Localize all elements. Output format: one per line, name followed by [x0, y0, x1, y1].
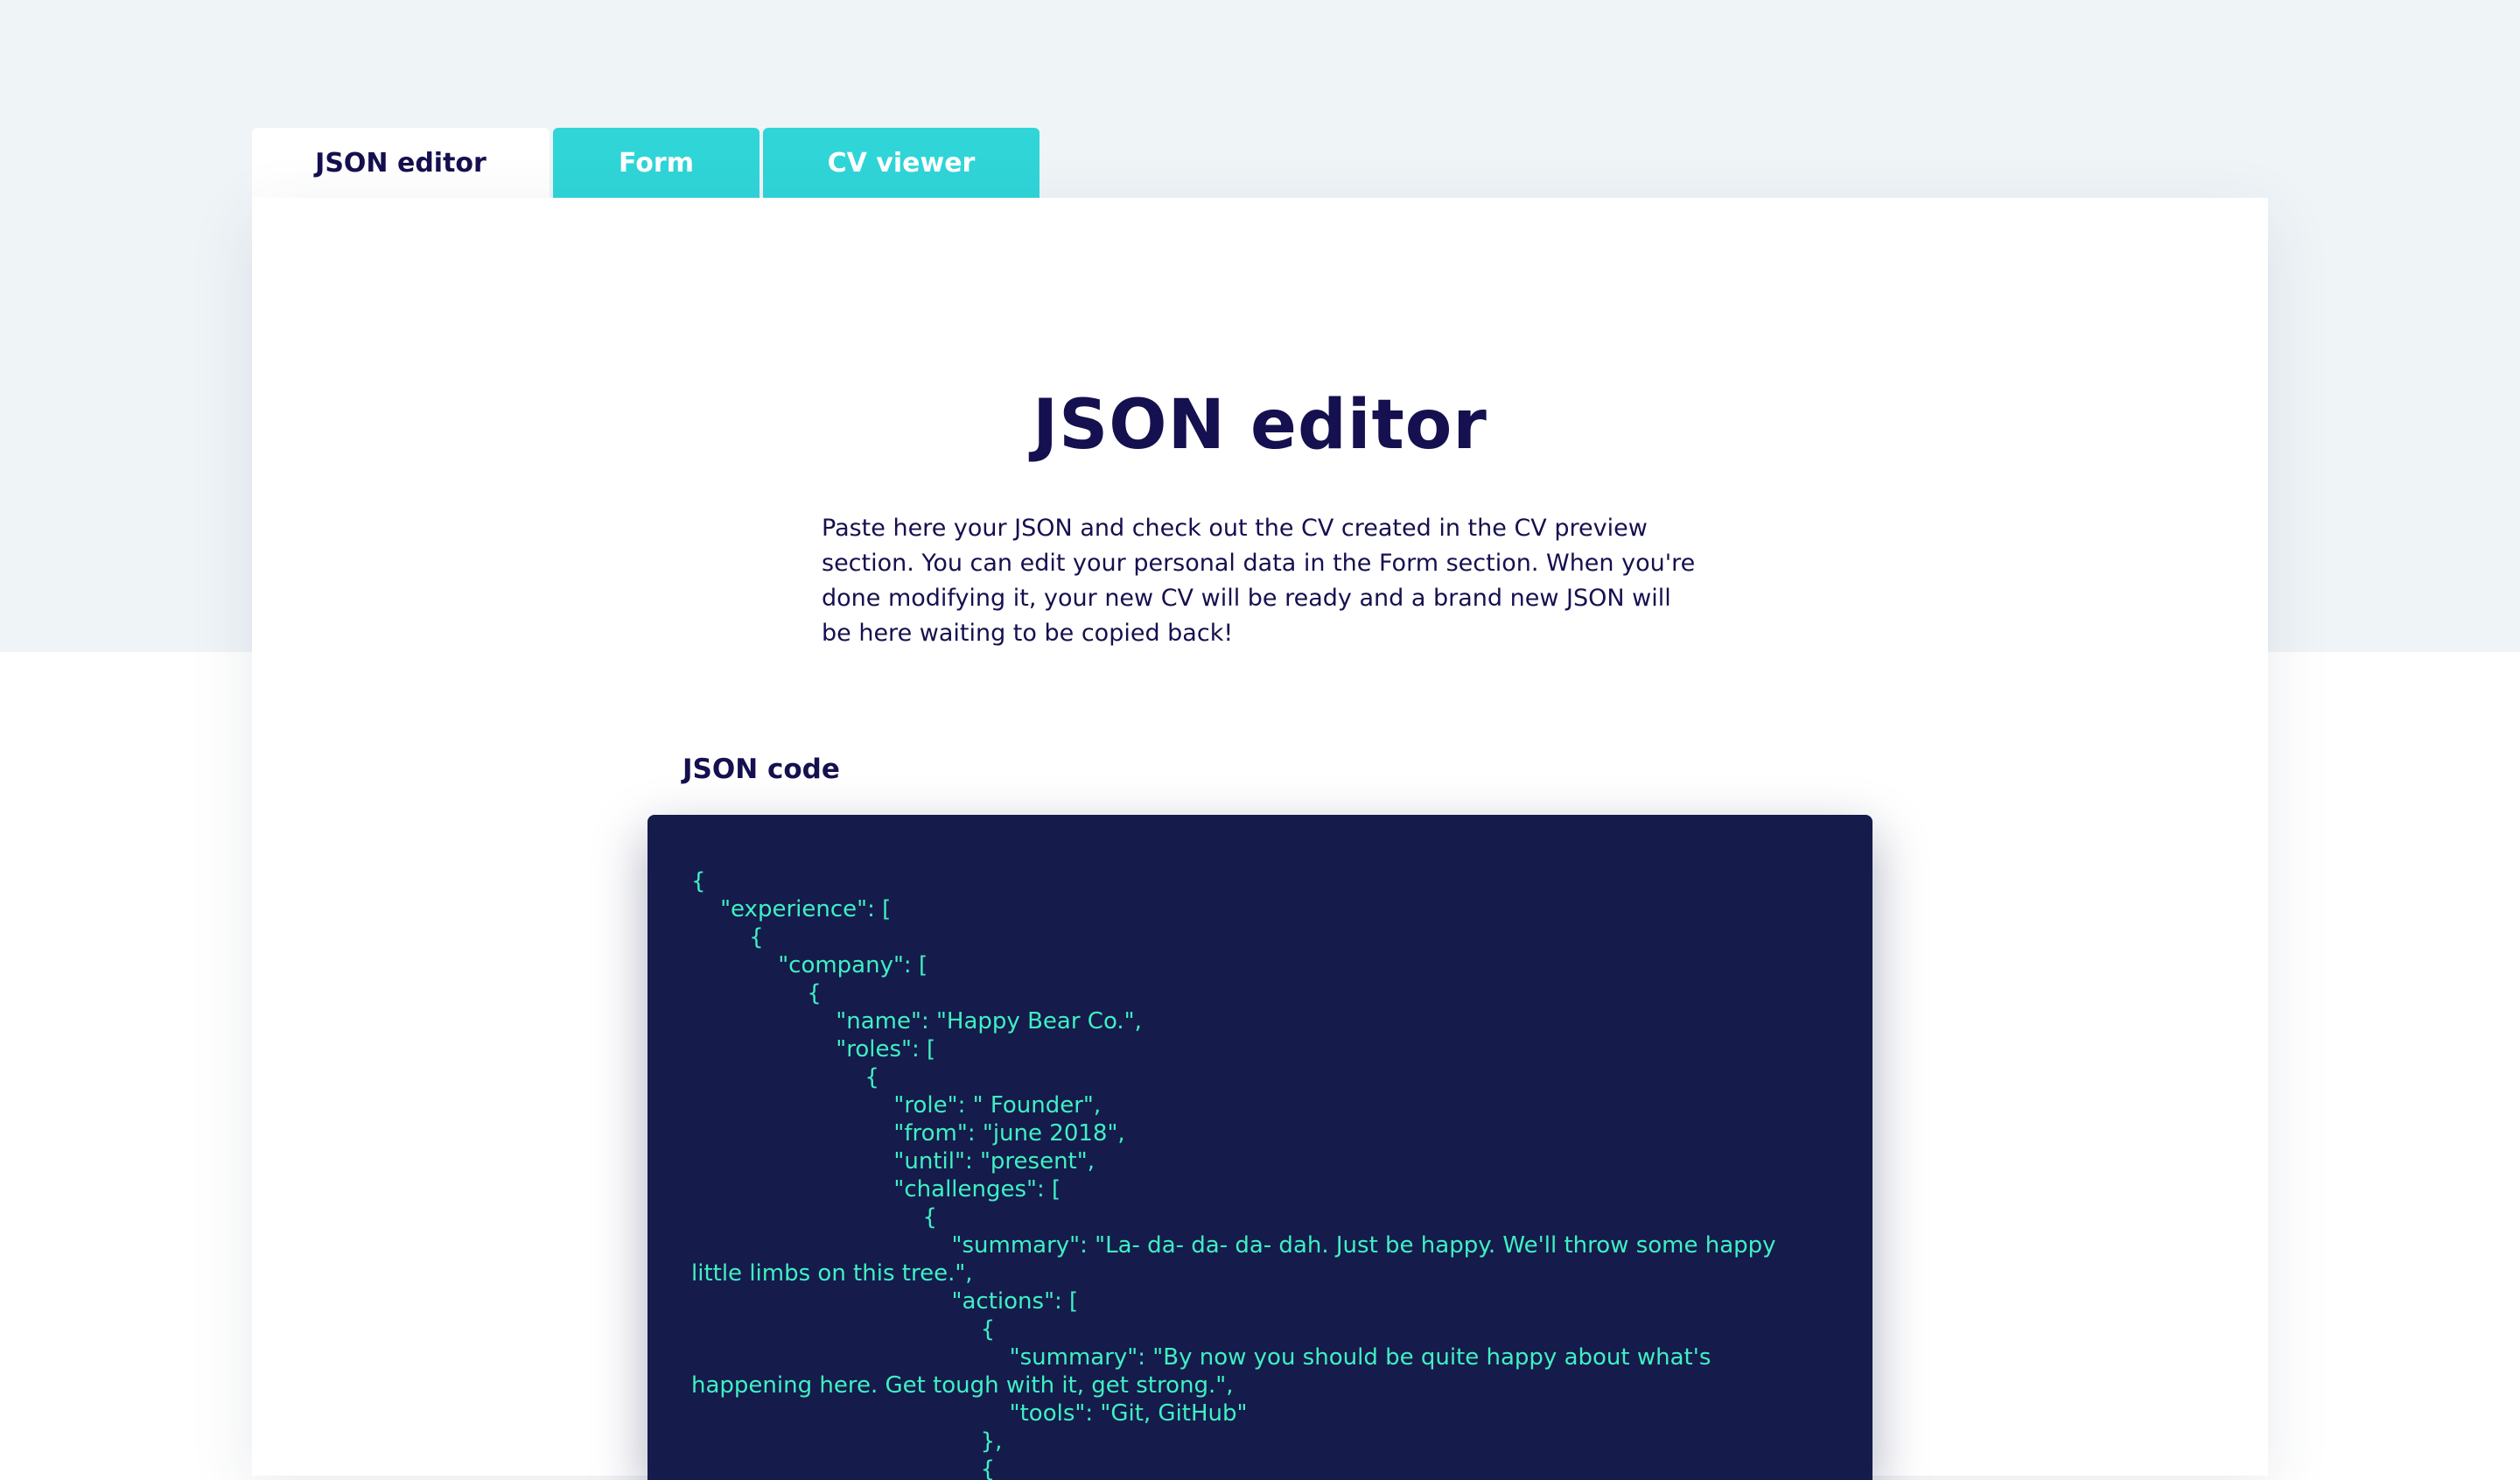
editor-panel: JSON editor Paste here your JSON and che…: [252, 198, 2268, 1480]
tab-cv-viewer[interactable]: CV viewer: [763, 128, 1040, 198]
page-title: JSON editor: [1032, 386, 1488, 465]
tab-form[interactable]: Form: [553, 128, 760, 198]
intro-text: Paste here your JSON and check out the C…: [822, 515, 1696, 647]
json-code-label: JSON code: [682, 754, 840, 785]
json-code-editor[interactable]: { "experience": [ { "company": [ { "name…: [648, 815, 1872, 1480]
tab-bar: JSON editor Form CV viewer: [252, 128, 1040, 198]
json-code-content[interactable]: { "experience": [ { "company": [ { "name…: [691, 867, 1829, 1480]
tab-json-editor[interactable]: JSON editor: [252, 128, 550, 198]
